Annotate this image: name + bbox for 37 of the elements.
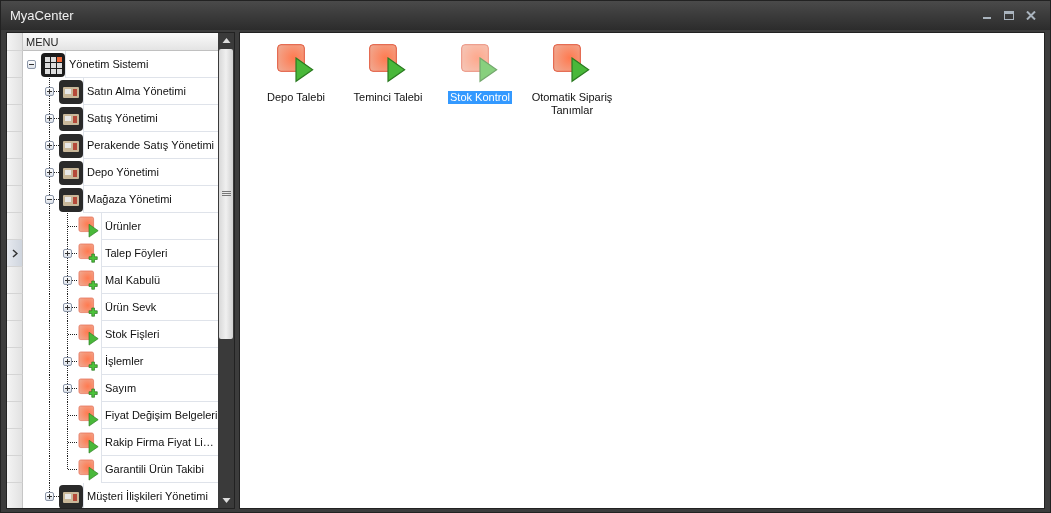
square-play-icon	[78, 215, 100, 238]
expand-icon[interactable]	[63, 249, 72, 258]
square-play-icon	[78, 431, 100, 454]
launcher-item[interactable]: Depo Talebi	[265, 91, 327, 104]
square-play-icon	[460, 43, 500, 83]
expand-icon[interactable]	[45, 141, 54, 150]
square-plus-icon	[78, 350, 100, 373]
expand-icon[interactable]	[63, 384, 72, 393]
square-plus-icon	[78, 242, 100, 265]
expand-icon[interactable]	[63, 303, 72, 312]
square-play-icon	[368, 43, 408, 83]
maximize-icon[interactable]	[1004, 11, 1014, 20]
expand-icon[interactable]	[45, 168, 54, 177]
square-play-icon	[552, 43, 592, 83]
expand-icon[interactable]	[63, 276, 72, 285]
expand-icon[interactable]	[45, 114, 54, 123]
square-plus-icon	[78, 296, 100, 319]
expand-icon[interactable]	[45, 492, 54, 501]
square-play-icon	[78, 458, 100, 481]
square-plus-icon	[78, 269, 100, 292]
header-corner	[7, 33, 23, 51]
square-play-icon	[276, 43, 316, 83]
grip-icon[interactable]	[221, 191, 231, 197]
current-row-icon	[11, 248, 18, 258]
launcher-item[interactable]: Otomatik Sipariş Tanımlar	[526, 91, 618, 117]
square-play-icon	[78, 323, 100, 346]
expand-icon[interactable]	[45, 87, 54, 96]
collapse-icon[interactable]	[27, 60, 36, 69]
square-play-icon	[78, 404, 100, 427]
window-title: MyaCenter	[10, 8, 75, 23]
close-icon[interactable]	[1026, 11, 1036, 20]
square-plus-icon	[78, 377, 100, 400]
launcher-item[interactable]: Teminci Talebi	[351, 91, 425, 104]
expand-icon[interactable]	[63, 357, 72, 366]
column-header: MENU	[23, 33, 218, 51]
scrollbar[interactable]	[218, 33, 234, 508]
collapse-icon[interactable]	[45, 195, 54, 204]
